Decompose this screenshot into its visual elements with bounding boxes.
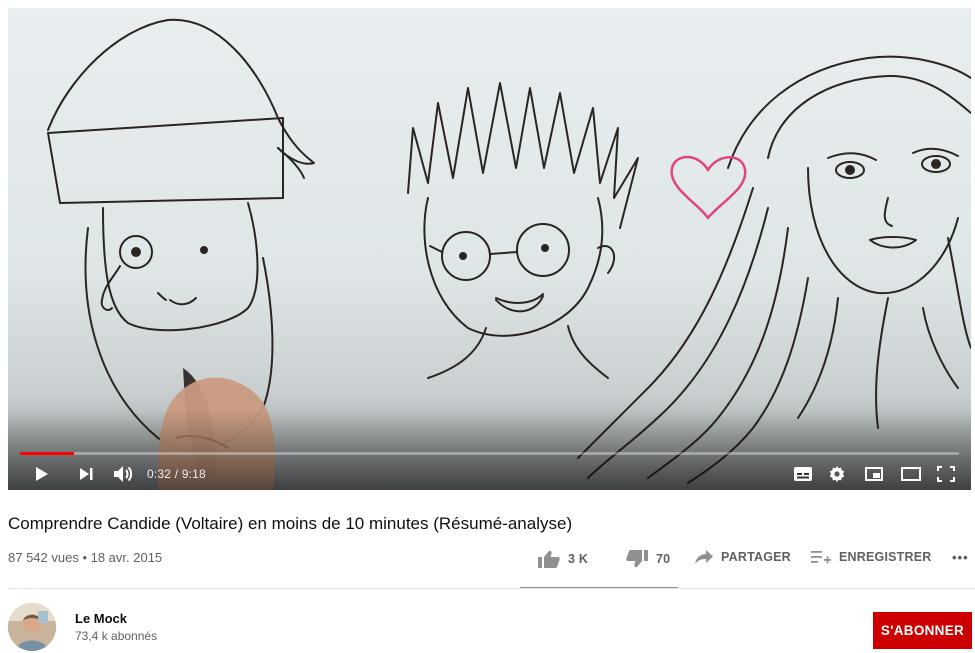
play-button[interactable] [32,460,50,488]
more-actions-button[interactable]: ••• [952,550,969,565]
views-and-date: 87 542 vues • 18 avr. 2015 [8,550,163,565]
settings-icon [829,466,845,482]
next-icon [80,468,93,480]
thumbs-up-icon [538,550,560,568]
progress-played [20,452,74,455]
fullscreen-icon [937,466,955,482]
play-icon [36,467,48,481]
add-to-playlist-icon [811,551,831,564]
theater-icon [901,467,921,481]
video-meta-row: 87 542 vues • 18 avr. 2015 3 K 70 PARTAG… [8,550,975,589]
subscriber-count: 73,4 k abonnés [75,629,158,643]
theater-button[interactable] [901,460,921,488]
subscribe-button[interactable]: S'ABONNER [873,612,972,649]
share-arrow-icon [695,550,713,564]
miniplayer-button[interactable] [865,460,883,488]
miniplayer-icon [865,467,883,481]
channel-name[interactable]: Le Mock [75,611,127,626]
time-display: 0:32 / 9:18 [147,460,206,488]
save-label: ENREGISTRER [839,550,932,564]
subtitles-icon [794,467,812,481]
time-text: 0:32 / 9:18 [147,467,206,481]
settings-button[interactable] [829,460,845,488]
share-button[interactable]: PARTAGER [695,550,791,564]
more-dots-icon: ••• [952,550,969,565]
like-button[interactable]: 3 K [538,550,588,568]
next-button[interactable] [78,460,94,488]
progress-bar[interactable] [20,452,959,455]
like-count: 3 K [568,552,589,566]
avatar-image [8,603,56,651]
subtitles-button[interactable] [794,460,812,488]
volume-icon [114,466,133,482]
video-player[interactable]: 0:32 / 9:18 [8,8,971,490]
save-button[interactable]: ENREGISTRER [811,550,932,564]
volume-button[interactable] [112,460,134,488]
share-label: PARTAGER [721,550,791,564]
divider [8,588,975,589]
dislike-count: 70 [656,552,671,566]
thumbs-down-icon [626,550,648,568]
video-title: Comprendre Candide (Voltaire) en moins d… [8,514,573,533]
fullscreen-button[interactable] [937,460,955,488]
channel-avatar[interactable] [8,603,56,651]
dislike-button[interactable]: 70 [626,550,670,568]
